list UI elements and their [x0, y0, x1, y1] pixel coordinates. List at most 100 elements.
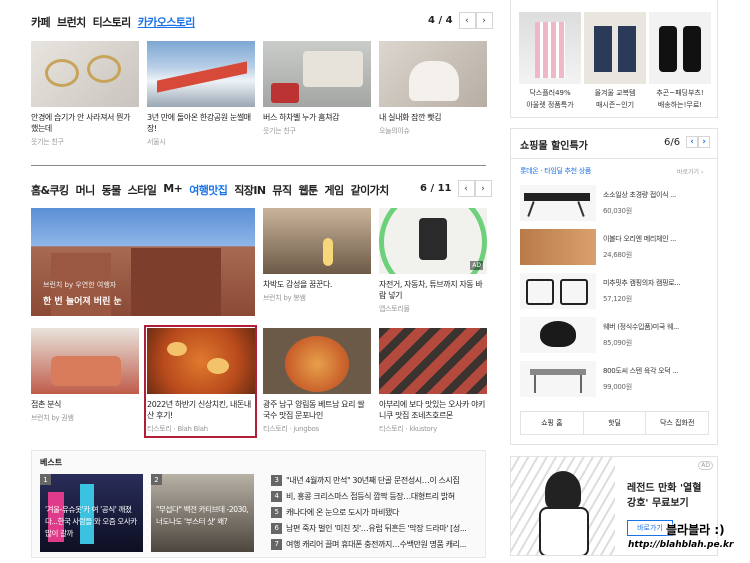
best-list-item[interactable]: 4 비, 홍콩 크리스마스 접등식 깜짝 등장…대형트리 밝혀 [271, 488, 481, 504]
prev-button[interactable]: ‹ [686, 136, 699, 148]
next-button[interactable]: › [474, 180, 492, 197]
tab-style[interactable]: 스타일 [128, 182, 157, 198]
next-button[interactable]: › [475, 12, 493, 29]
product-name: 소소일상 초경량 접이식 ... [603, 191, 676, 199]
mid-card-2[interactable]: AD 자전거, 자동차, 튜브까지 자동 바람 넣기 앱스토리몰 [379, 208, 487, 314]
card-caption: 버스 하차벨 누가 훔쳐감 [263, 113, 340, 122]
tab-together[interactable]: 같이가치 [351, 182, 390, 198]
top-page-indicator: 4 / 4 [428, 15, 453, 26]
hero-card[interactable]: 브런치 by 우연한 여행자 한 번 늘어져 버린 눈 [31, 208, 255, 316]
mid-card-6[interactable]: 아부리에 보다 맛있는 오사카 야키니쿠 맛집 조네츠호르몬 티스토리 · kk… [379, 328, 487, 434]
card-caption: 내 실내화 잠깐 빳김 [379, 113, 442, 122]
card-caption: 접촌 분식 [31, 400, 61, 409]
category-pager: 6 / 11 ‹ › [420, 180, 492, 197]
category-tabs: 홈&쿠킹 머니 동물 스타일 M+ 여행맛집 직장IN 뮤직 웹툰 게임 같이가… [31, 182, 389, 198]
top-pager: 4 / 4 ‹ › [428, 12, 493, 29]
shop-item[interactable]: 800도씨 스텐 육각 오덕 ... 99,000원 [520, 360, 715, 398]
best-list-item[interactable]: 6 남편 죽자 벌인 '미친 짓'…유럽 뒤흔든 '막장 드라마' [성... [271, 520, 481, 536]
card-thumbnail [263, 208, 371, 274]
card-source: 브런치 by 봉쌤 [263, 294, 306, 302]
tab-game[interactable]: 게임 [325, 182, 345, 198]
card-thumbnail [379, 328, 487, 394]
tab-webtoon[interactable]: 웹툰 [298, 182, 318, 198]
rank-badge: 3 [271, 474, 282, 486]
hero-source: 브런치 by 우연한 여행자 [43, 281, 117, 289]
product-image [519, 12, 581, 84]
right-top-item-3[interactable]: 추곤~패딩부츠! 배송하는!무료! [649, 12, 711, 110]
best-title: 베스트 [40, 458, 63, 467]
top-card-2[interactable]: 3년 만에 돌아온 한강공원 눈썰매장! 서울시 [147, 41, 255, 147]
right-top-item-2[interactable]: 올겨울 교복템 매시즌~인기 [584, 12, 646, 110]
card-source: 웃기는 친구 [263, 127, 296, 135]
best-item-text: 비, 홍콩 크리스마스 접등식 깜짝 등장…대형트리 밝혀 [286, 491, 455, 501]
product-desc: 매시즌~인기 [595, 101, 635, 109]
product-image [520, 317, 596, 353]
best-list-item[interactable]: 3 "내년 4월까지 만석" 30년째 단골 문전성시…이 스시집 [271, 472, 481, 488]
tab-cafe[interactable]: 카페 [31, 14, 51, 30]
best-tile-2[interactable]: 2 "무섭다" 백전 카티브데 -2030, 너도나도 '부스터 샷' 왜? [151, 474, 254, 552]
mid-card-4[interactable]: 2022년 하반기 신상치킨, 내돈내산 후기! 티스토리 · Blah Bla… [147, 328, 255, 434]
hotdeal-link[interactable]: 핫딜 [584, 412, 647, 434]
ad-badge: AD [470, 261, 483, 270]
prev-button[interactable]: ‹ [457, 180, 475, 197]
best-tile-text: "무섭다" 백전 카티브데 -2030, 너도나도 '부스터 샷' 왜? [156, 505, 249, 526]
top-card-3[interactable]: 버스 하차벨 누가 훔쳐감 웃기는 친구 [263, 41, 371, 136]
product-desc: 배송하는!무료! [657, 101, 703, 109]
watermark-url: http://blahblah.pe.kr [628, 540, 734, 550]
card-caption: 3년 만에 돌아온 한강공원 눈썰매장! [147, 113, 251, 133]
best-tile-1[interactable]: 1 '겨울-유슈옷'카 여 '공식' 깨졌다...한국 사람들 와 오즘 오사카… [40, 474, 143, 552]
product-price: 60,030원 [603, 207, 632, 215]
mid-card-3[interactable]: 접촌 분식 브런치 by 권쌤 [31, 328, 139, 423]
tab-travel-food[interactable]: 여행맛집 [189, 182, 228, 198]
tab-kakaostory[interactable]: 카카오스토리 [138, 14, 196, 30]
ad-badge: AD [698, 461, 713, 470]
card-source: 웃기는 친구 [31, 138, 64, 146]
tab-tistory[interactable]: 티스토리 [93, 14, 132, 30]
mid-card-5[interactable]: 광주 남구 양림동 베트남 요리 쌀국수 맛집 문포나인 티스토리 · jung… [263, 328, 371, 434]
right-top-item-1[interactable]: 닥스플러49% 아울렛 정품특가 [519, 12, 581, 110]
card-thumbnail [147, 41, 255, 107]
best-item-text: 남편 죽자 벌인 '미친 짓'…유럽 뒤흔든 '막장 드라마' [성... [286, 523, 467, 533]
tab-money[interactable]: 머니 [76, 182, 96, 198]
top-card-1[interactable]: 안경에 습기가 안 사라져서 뭔가 했는데 웃기는 친구 [31, 41, 139, 147]
chevron-left-icon: ‹ [464, 183, 468, 194]
product-image [520, 361, 596, 397]
shop-title: 쇼핑몰 할인특가 [520, 141, 588, 152]
card-source: 티스토리 · kkustory [379, 425, 437, 433]
tab-animal[interactable]: 동물 [102, 182, 122, 198]
mid-card-1[interactable]: 차박도 감성을 꿈꾼다. 브런치 by 봉쌤 [263, 208, 371, 303]
best-item-text: 캐나다에 온 눈으로 도시가 마비됐다 [286, 507, 399, 517]
card-source: 티스토리 · jungbos [263, 425, 319, 433]
daks-sale-link[interactable]: 닥스 집화전 [646, 412, 708, 434]
shop-footer-tabs: 쇼핑 홈 핫딜 닥스 집화전 [520, 411, 709, 435]
chevron-left-icon: ‹ [690, 137, 694, 147]
card-source: 티스토리 · Blah Blah [147, 425, 208, 433]
product-desc: 아울렛 정품특가 [526, 101, 574, 109]
card-source: 서울시 [147, 138, 166, 146]
shop-item[interactable]: 이볼다 오리엔 메리체인 ... 24,680원 [520, 228, 715, 266]
card-thumbnail [379, 41, 487, 107]
tab-home-cooking[interactable]: 홈&쿠킹 [31, 182, 69, 198]
tab-mplus[interactable]: M+ [163, 182, 183, 198]
shop-pager: 6/6 ‹ › [664, 136, 711, 148]
tab-brunch[interactable]: 브런치 [57, 14, 86, 30]
product-name: 올겨울 교복템 [594, 89, 636, 97]
shop-more-link[interactable]: 바로가기 › [677, 167, 703, 176]
next-button[interactable]: › [698, 136, 711, 148]
tab-music[interactable]: 뮤직 [272, 182, 292, 198]
tab-work[interactable]: 직장IN [234, 182, 266, 198]
shop-item[interactable]: 웨버 (정식수입품)미국 웨... 85,090원 [520, 316, 715, 354]
top-card-4[interactable]: 내 실내화 잠깐 빳김 오늘의이슈 [379, 41, 487, 136]
best-list-item[interactable]: 7 여행 캐리어 끌며 휴대폰 충전까지…수백만원 명품 캐리... [271, 536, 481, 552]
shop-item[interactable]: 소소일상 초경량 접이식 ... 60,030원 [520, 184, 715, 222]
category-page-indicator: 6 / 11 [420, 183, 452, 194]
prev-button[interactable]: ‹ [458, 12, 476, 29]
product-name: 추곤~패딩부츠! [656, 89, 704, 97]
card-thumbnail [263, 328, 371, 394]
shop-home-link[interactable]: 쇼핑 홈 [521, 412, 584, 434]
best-list-item[interactable]: 5 캐나다에 온 눈으로 도시가 마비됐다 [271, 504, 481, 520]
card-caption: 자전거, 자동차, 튜브까지 자동 바람 넣기 [379, 280, 483, 300]
shop-item[interactable]: 미추핏추 캠핑의자 캠핑로... 57,120원 [520, 272, 715, 310]
chevron-right-icon: › [702, 137, 706, 147]
card-source: 오늘의이슈 [379, 127, 410, 135]
